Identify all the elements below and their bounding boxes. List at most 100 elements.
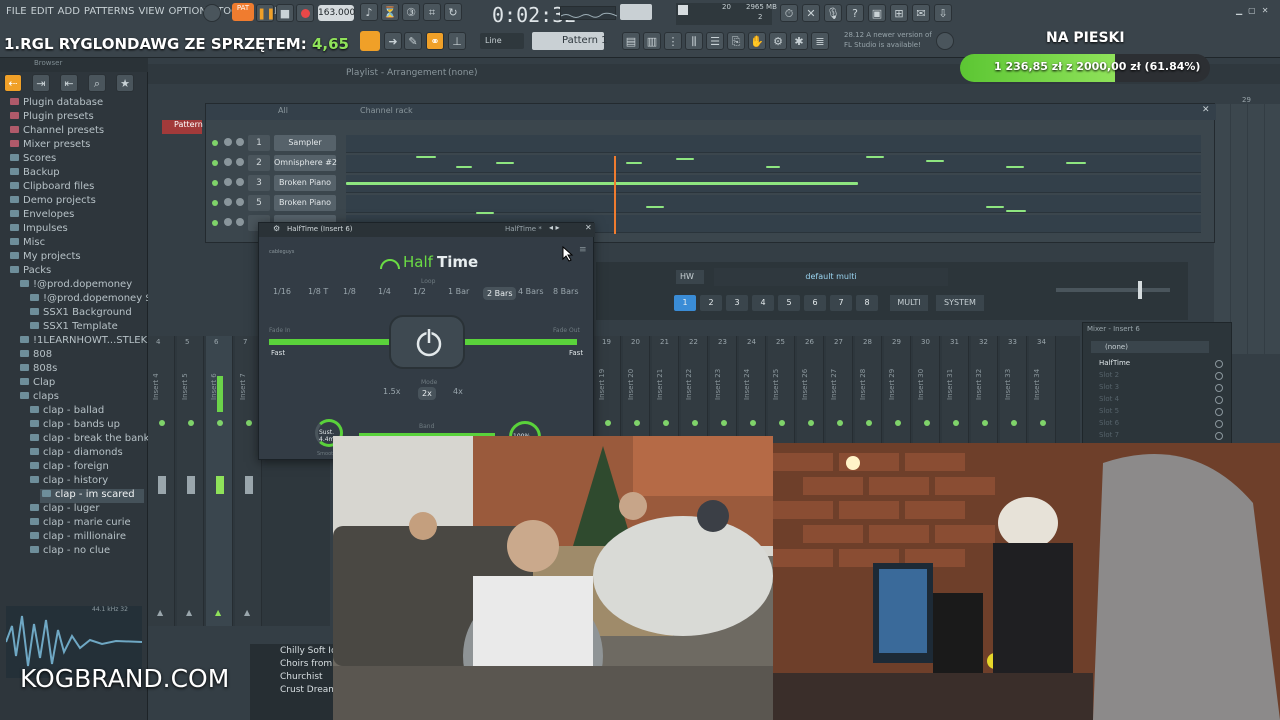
browser-item[interactable]: 808: [20, 349, 52, 363]
score-icon[interactable]: ≣: [811, 32, 829, 50]
mode-option[interactable]: 2x: [418, 387, 436, 400]
channel-led-icon[interactable]: [212, 180, 218, 186]
browser-item[interactable]: Plugin presets: [10, 111, 94, 125]
browser-item[interactable]: Demo projects: [10, 195, 96, 209]
rate-option[interactable]: 8 Bars: [553, 287, 578, 296]
browser-item[interactable]: My projects: [10, 251, 81, 265]
mixer-slot-mix-icon[interactable]: [1215, 360, 1223, 368]
mixer-strip[interactable]: 27 Insert 27: [826, 336, 853, 446]
volume-knob-icon[interactable]: [236, 218, 244, 226]
rate-option[interactable]: 1 Bar: [448, 287, 469, 296]
mixer-input-selector[interactable]: (none): [1091, 341, 1209, 353]
plugin-close-icon[interactable]: ✕: [585, 223, 592, 232]
mixer-strip[interactable]: 31 Insert 31: [942, 336, 969, 446]
playlist-pattern-selector[interactable]: (none): [448, 68, 477, 78]
mixer-strip[interactable]: 21 Insert 21: [652, 336, 679, 446]
maximize-icon[interactable]: ▢: [1248, 6, 1256, 15]
browser-item[interactable]: clap - marie curie: [30, 517, 131, 531]
channel-number[interactable]: 2: [248, 155, 270, 171]
mixer-strip[interactable]: 25 Insert 25: [768, 336, 795, 446]
channel-filter[interactable]: All: [278, 106, 288, 115]
piano-roll-icon[interactable]: ▥: [643, 32, 661, 50]
pad-button[interactable]: 2: [700, 295, 722, 311]
tempo-display[interactable]: 163.000: [318, 5, 355, 21]
rate-option[interactable]: 1/16: [273, 287, 291, 296]
browser-item[interactable]: !@prod.dopemoney: [20, 279, 132, 293]
mixer-slot[interactable]: Slot 7: [1091, 431, 1223, 442]
volume-knob-icon[interactable]: [236, 178, 244, 186]
mic-icon[interactable]: 🎙: [824, 4, 842, 22]
tempo-tap-icon[interactable]: ⏱: [780, 4, 798, 22]
mixer-slot[interactable]: Slot 5: [1091, 407, 1223, 418]
browser-item[interactable]: Misc: [10, 237, 45, 251]
route-arrow-icon[interactable]: ▲: [244, 608, 250, 617]
mixer-strip[interactable]: 29 Insert 29: [884, 336, 911, 446]
mixer-slot[interactable]: HalfTime: [1091, 359, 1223, 370]
browser-item[interactable]: clap - break the bank: [30, 433, 149, 447]
channel-name[interactable]: Broken Piano: [274, 175, 336, 191]
pad-button[interactable]: 1: [674, 295, 696, 311]
mixer-slot[interactable]: Slot 4: [1091, 395, 1223, 406]
mixer-strip[interactable]: 6 Insert 6 ▲: [206, 336, 233, 626]
plugin-titlebar[interactable]: ⚙ HalfTime (Insert 6) HalfTime * ◂ ▸ ✕: [259, 223, 595, 237]
template-icon[interactable]: ⚙: [769, 32, 787, 50]
browser-item[interactable]: SSX1 Template: [30, 321, 118, 335]
mixer-slot[interactable]: Slot 3: [1091, 383, 1223, 394]
metronome-icon[interactable]: ♪: [360, 3, 378, 21]
power-button[interactable]: [389, 315, 465, 369]
browser-item[interactable]: clap - ballad: [30, 405, 104, 419]
browser-item[interactable]: clap - luger: [30, 503, 99, 517]
mixer-slot[interactable]: Slot 2: [1091, 371, 1223, 382]
channel-rack-close-icon[interactable]: ✕: [1202, 105, 1210, 115]
volume-knob-icon[interactable]: [236, 138, 244, 146]
route-arrow-icon[interactable]: ▲: [215, 608, 221, 617]
channel-led-icon[interactable]: [212, 160, 218, 166]
channel-led-icon[interactable]: [212, 220, 218, 226]
fade-out-slider[interactable]: [465, 339, 577, 345]
mixer-slot-mix-icon[interactable]: [1215, 384, 1223, 392]
rate-option[interactable]: 1/8 T: [308, 287, 328, 296]
mixer-strip-led[interactable]: [692, 420, 698, 426]
mixer-strip[interactable]: 22 Insert 22: [681, 336, 708, 446]
browser-item[interactable]: clap - bands up: [30, 419, 120, 433]
mixer-strip[interactable]: 24 Insert 24: [739, 336, 766, 446]
channel-rack-icon[interactable]: ⋮: [664, 32, 682, 50]
browser-item[interactable]: claps: [20, 391, 59, 405]
slider-handle[interactable]: [1138, 281, 1142, 299]
pan-knob-icon[interactable]: [224, 158, 232, 166]
piano-roll-button[interactable]: [360, 31, 380, 51]
mixer-slot-mix-icon[interactable]: [1215, 432, 1223, 440]
mixer-strip-led[interactable]: [605, 420, 611, 426]
mixer-strip-led[interactable]: [663, 420, 669, 426]
save-icon[interactable]: ▣: [868, 4, 886, 22]
mixer-strip-led[interactable]: [779, 420, 785, 426]
mode-option[interactable]: 1.5x: [383, 387, 400, 396]
browser-item[interactable]: 808s: [20, 363, 57, 377]
channel-number[interactable]: 1: [248, 135, 270, 151]
playlist-icon[interactable]: ▤: [622, 32, 640, 50]
pad-button[interactable]: 8: [856, 295, 878, 311]
mixer-fader[interactable]: [245, 476, 253, 494]
rate-option[interactable]: 1/8: [343, 287, 356, 296]
mixer-strip[interactable]: 33 Insert 33: [1000, 336, 1027, 446]
pause-button[interactable]: ❚❚: [256, 4, 275, 22]
mixer-strip[interactable]: 5 Insert 5 ▲: [177, 336, 204, 626]
volume-knob-icon[interactable]: [236, 158, 244, 166]
pencil-icon[interactable]: ✎: [404, 32, 422, 50]
mixer-strip-led[interactable]: [246, 420, 252, 426]
pat-song-toggle[interactable]: PAT: [232, 3, 254, 21]
render-icon[interactable]: ⊞: [890, 4, 908, 22]
mixer-strip[interactable]: 23 Insert 23: [710, 336, 737, 446]
multi-button[interactable]: MULTI: [890, 295, 928, 311]
channel-name[interactable]: Sampler: [274, 135, 336, 151]
channel-number[interactable]: 3: [248, 175, 270, 191]
mixer-strip-led[interactable]: [1040, 420, 1046, 426]
midi-settings-icon[interactable]: ✕: [802, 4, 820, 22]
link-icon[interactable]: ⚭: [426, 32, 444, 50]
browser-star-icon[interactable]: ★: [116, 74, 134, 92]
browser-item[interactable]: Backup: [10, 167, 60, 181]
pad-button[interactable]: 4: [752, 295, 774, 311]
mixer-strip-led[interactable]: [808, 420, 814, 426]
countdown-icon[interactable]: ③: [402, 3, 420, 21]
mode-option[interactable]: 4x: [453, 387, 463, 396]
